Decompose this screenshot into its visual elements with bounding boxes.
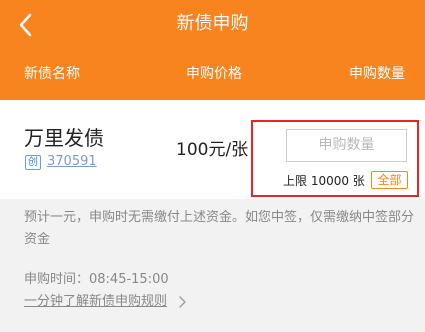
column-header-quantity: 申购数量: [349, 66, 405, 82]
quantity-limit: 上限 10000 张: [283, 174, 365, 188]
quantity-section: 申购数量 上限 10000 张 全部: [251, 120, 419, 197]
all-quantity-button[interactable]: 全部: [371, 171, 408, 189]
rules-link[interactable]: 一分钟了解新债申购规则: [24, 293, 167, 311]
page-title: 新债申购: [176, 13, 249, 34]
bond-price: 100元/张: [176, 140, 249, 160]
funds-notice: 预计一元，申购时无需缴付上述资金。如您中签，仅需缴纳中签部分资金: [24, 210, 415, 247]
column-header-price: 申购价格: [186, 66, 242, 82]
chevron-right-icon: [179, 296, 186, 308]
bond-code-link[interactable]: 370591: [47, 153, 97, 171]
bond-row: 万里发债 创 370591 100元/张 申购数量 上限 10000 张 全部: [0, 100, 425, 199]
subscription-time: 申购时间：08:45-15:00: [24, 272, 169, 287]
column-header-name: 新债名称: [24, 66, 80, 82]
top-bar: 新债申购 新债名称 申购价格 申购数量: [0, 0, 425, 100]
bond-name: 万里发债: [24, 126, 104, 150]
bond-board-tag: 创: [25, 155, 41, 170]
quantity-input[interactable]: 申购数量: [286, 129, 407, 162]
